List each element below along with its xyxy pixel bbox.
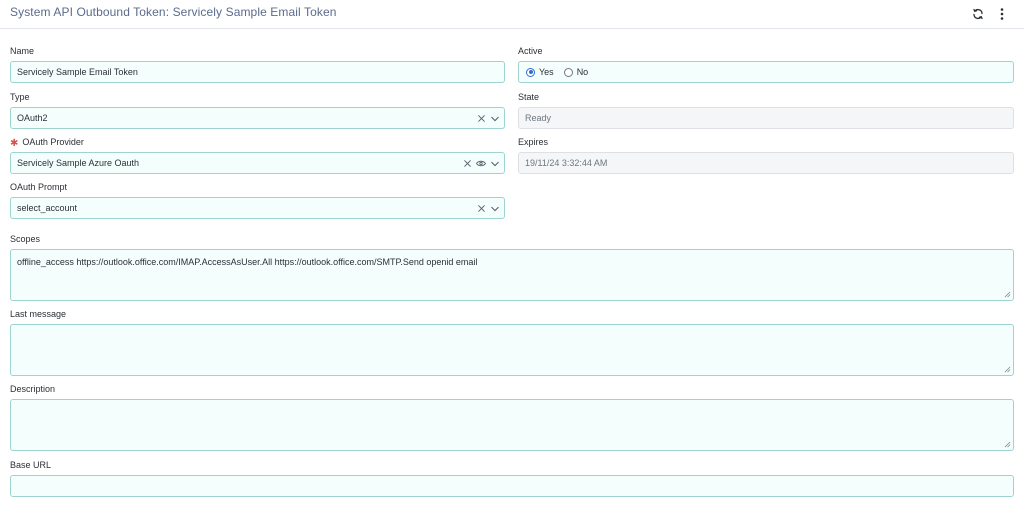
more-vertical-icon	[1000, 8, 1004, 20]
state-value: Ready	[525, 113, 552, 123]
chevron-down-icon	[490, 206, 499, 211]
base-url-field[interactable]	[10, 475, 1014, 497]
oauth-provider-clear-button[interactable]	[462, 158, 473, 169]
state-label: State	[518, 92, 540, 102]
name-label: Name	[10, 46, 35, 56]
last-message-label: Last message	[10, 309, 67, 319]
last-message-textarea[interactable]	[11, 325, 1013, 375]
name-input[interactable]	[11, 62, 504, 82]
scopes-textarea[interactable]: offline_access https://outlook.office.co…	[11, 250, 1013, 300]
oauth-provider-view-button[interactable]	[475, 158, 486, 169]
scopes-label: Scopes	[10, 234, 41, 244]
close-icon	[478, 205, 485, 212]
oauth-provider-label-text: OAuth Provider	[22, 137, 84, 147]
resize-grip-icon[interactable]	[1004, 441, 1011, 448]
refresh-button[interactable]	[968, 4, 988, 24]
type-value: OAuth2	[17, 113, 48, 123]
oauth-prompt-select[interactable]: select_account	[10, 197, 505, 219]
required-icon: ✱	[10, 138, 19, 149]
refresh-icon	[973, 8, 983, 20]
active-no-radio[interactable]	[563, 67, 573, 77]
close-icon	[464, 160, 471, 167]
close-icon	[478, 115, 485, 122]
name-field[interactable]	[10, 61, 505, 83]
state-field: Ready	[518, 107, 1014, 129]
chevron-down-icon	[490, 116, 499, 121]
description-textarea[interactable]	[11, 400, 1013, 450]
scopes-field[interactable]: offline_access https://outlook.office.co…	[10, 249, 1014, 301]
description-field[interactable]	[10, 399, 1014, 451]
base-url-label: Base URL	[10, 460, 52, 470]
type-label: Type	[10, 92, 30, 102]
active-yes-radio[interactable]	[526, 67, 535, 77]
expires-label: Expires	[518, 137, 549, 147]
oauth-provider-value: Servicely Sample Azure Oauth	[17, 158, 140, 168]
resize-grip-icon[interactable]	[1004, 366, 1011, 373]
more-menu-button[interactable]	[992, 4, 1012, 24]
active-label: Active	[518, 46, 543, 56]
oauth-provider-dropdown-button[interactable]	[489, 158, 500, 169]
oauth-prompt-dropdown-button[interactable]	[489, 203, 500, 214]
expires-value: 19/11/24 3:32:44 AM	[525, 158, 608, 168]
oauth-prompt-label: OAuth Prompt	[10, 182, 68, 192]
form-header: System API Outbound Token: Servicely Sam…	[0, 0, 1024, 29]
description-label: Description	[10, 384, 56, 394]
active-field: Yes No	[518, 61, 1014, 83]
chevron-down-icon	[490, 161, 499, 166]
oauth-prompt-value: select_account	[17, 203, 78, 213]
type-select[interactable]: OAuth2	[10, 107, 505, 129]
base-url-input[interactable]	[11, 476, 1013, 496]
eye-icon	[475, 160, 486, 167]
last-message-field[interactable]	[10, 324, 1014, 376]
type-dropdown-button[interactable]	[489, 113, 500, 124]
oauth-prompt-clear-button[interactable]	[476, 203, 487, 214]
page-title: System API Outbound Token: Servicely Sam…	[10, 5, 337, 19]
active-yes-option[interactable]: Yes	[526, 67, 554, 77]
oauth-provider-select[interactable]: Servicely Sample Azure Oauth	[10, 152, 505, 174]
resize-grip-icon[interactable]	[1004, 291, 1011, 298]
active-no-option[interactable]: No	[563, 67, 589, 77]
type-clear-button[interactable]	[476, 113, 487, 124]
active-no-label: No	[576, 67, 589, 77]
oauth-provider-label: ✱ OAuth Provider	[10, 137, 84, 149]
active-yes-label: Yes	[539, 67, 554, 77]
active-radio-group: Yes No	[526, 67, 598, 77]
expires-field: 19/11/24 3:32:44 AM	[518, 152, 1014, 174]
